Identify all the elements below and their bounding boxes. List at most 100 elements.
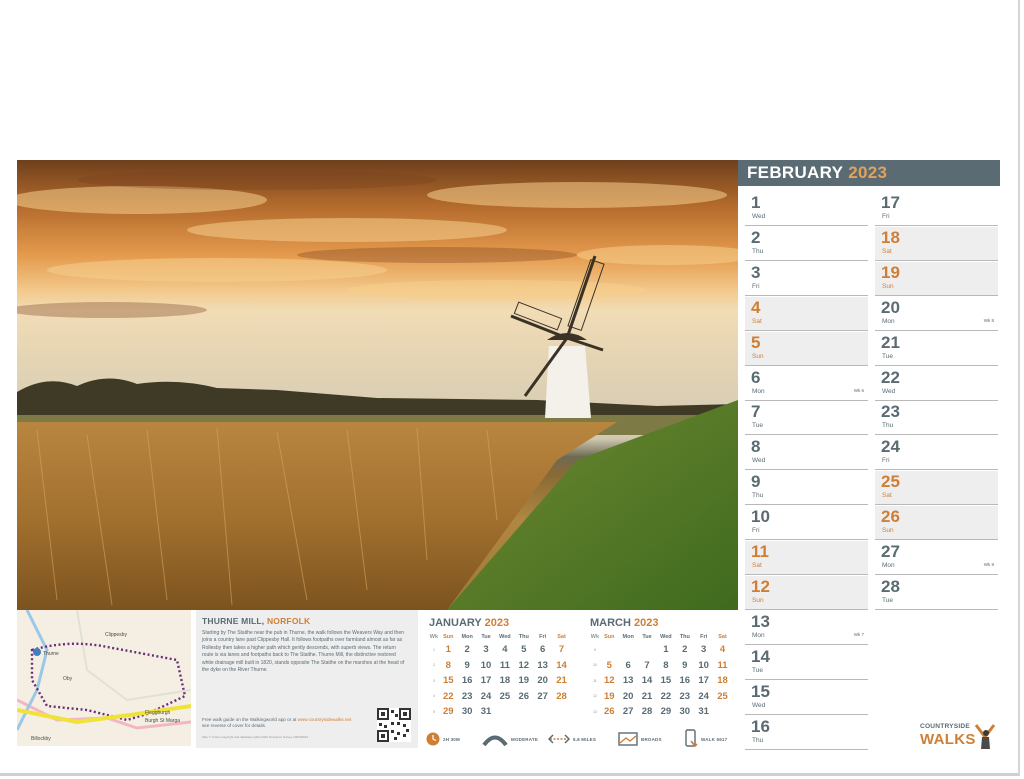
mini-calendar-row: 12 19 20 21 22 23 24 25 (590, 689, 732, 705)
guide-prefix: Free walk guide on the Walkingworld app … (202, 717, 297, 722)
day-cell[interactable]: 10 Fri (745, 506, 868, 541)
walk-title: THURNE MILL, NORFOLK (202, 616, 412, 626)
mini-calendar-cell: 3 (432, 678, 435, 683)
mini-calendar-cell: 25 (717, 690, 728, 702)
mini-calendar-cell: 11 (499, 659, 510, 671)
day-cell[interactable]: 1 Wed (745, 192, 868, 226)
day-cell[interactable]: 18 Sat (875, 226, 998, 261)
mini-calendar-cell: 5 (521, 644, 527, 656)
day-weekday: Sun (752, 596, 764, 604)
day-weekday: Tue (882, 352, 893, 360)
mini-calendar-cell: 23 (679, 690, 691, 702)
day-cell[interactable]: 2 Thu (745, 227, 868, 261)
route-map: Thurne Oby Clippesby Billockby Fleggburg… (17, 610, 191, 746)
mini-calendar-cell: 22 (442, 690, 454, 702)
mini-calendar-row: 11 12 13 14 15 16 17 18 (590, 673, 732, 689)
day-cell[interactable]: 9 Thu (745, 471, 868, 506)
mini-calendar-cell: 27 (622, 706, 634, 718)
month-year: 2023 (848, 163, 888, 182)
day-cell[interactable]: 16 Thu (745, 716, 868, 750)
day-cell[interactable]: 5 Sun (745, 331, 868, 366)
map-label-fleggburgh: Fleggburgh (145, 710, 171, 716)
mini-calendar-cell: 3 (483, 644, 489, 656)
day-cell[interactable]: 28 Tue (875, 576, 998, 610)
mini-calendar-row: 3 15 16 17 18 19 20 21 (429, 673, 571, 689)
mini-calendar-cell: 23 (461, 690, 473, 702)
mini-calendar-header: Mon (461, 634, 473, 640)
mini-calendar-cell: 22 (660, 690, 672, 702)
day-number: 1 (751, 193, 761, 212)
mini-calendar-cell: 19 (603, 690, 615, 702)
stat-distance: 5.8 MILES (548, 728, 596, 750)
day-number: 18 (881, 227, 900, 247)
logo-line1: COUNTRYSIDE (920, 723, 970, 730)
day-number: 12 (751, 576, 770, 596)
day-number: 8 (751, 437, 761, 457)
day-cell[interactable]: 14 Tue (745, 646, 868, 680)
day-weekday: Wed (752, 701, 766, 709)
mini-calendar-cell: 1 (432, 647, 435, 652)
day-cell[interactable]: 11 Sat (745, 541, 868, 575)
mini-calendar-cell: 6 (625, 659, 631, 671)
mini-calendar-cell: 21 (641, 690, 653, 702)
clock-icon (426, 732, 440, 746)
day-cell[interactable]: 3 Fri (745, 262, 868, 296)
day-cell[interactable]: 22 Wed (875, 367, 998, 401)
mini-calendar-cell: 20 (622, 690, 634, 702)
day-cell[interactable]: 4 Sat (745, 296, 868, 331)
mini-calendar-cell: 26 (603, 706, 615, 718)
mini-calendar-row: 10 5 6 7 8 9 10 11 (590, 658, 732, 674)
qr-code-icon[interactable] (377, 708, 411, 742)
mini-calendar-cell: 29 (660, 706, 672, 718)
day-weekday: Fri (752, 527, 760, 535)
walk-guide-note: Free walk guide on the Walkingworld app … (202, 717, 372, 729)
day-weekday: Sun (752, 352, 764, 360)
day-cell[interactable]: 23 Thu (875, 401, 998, 436)
day-cell[interactable]: 6 Mon Wk 6 (745, 367, 868, 401)
mini-calendar-cell: 12 (603, 675, 615, 687)
mini-calendar-title: JANUARY 2023 (429, 617, 571, 629)
guide-url[interactable]: www.countrysidewalks.net (298, 717, 352, 722)
terrain-icon (618, 732, 638, 746)
day-weekday: Fri (752, 282, 760, 290)
day-cell[interactable]: 7 Tue (745, 401, 868, 436)
day-cell[interactable]: 8 Wed (745, 436, 868, 471)
mini-calendar-cell: 5 (606, 659, 612, 671)
mini-calendar-row: 1 1 2 3 4 567 (429, 642, 571, 658)
walker-icon (974, 724, 996, 749)
day-number: 4 (751, 297, 761, 317)
day-weekday: Tue (752, 666, 763, 674)
mini-calendar-cell: 15 (442, 675, 454, 687)
mini-calendar-header: Tue (481, 634, 491, 640)
day-cell[interactable]: 20 Mon Wk 8 (875, 297, 998, 331)
mini-calendar-january: JANUARY 2023 Wk Sun Mon Tue Wed Thu Fri Sat 1 1 2 3 4… (429, 617, 571, 720)
walk-title-name: THURNE MILL, (202, 616, 265, 626)
week-number: Wk 9 (983, 562, 994, 567)
stat-duration: 2H 30M (426, 728, 460, 750)
mini-calendar-cell: 5 (432, 709, 435, 714)
week-number: Wk 8 (983, 317, 994, 323)
mini-calendar-cell: 6 (539, 644, 546, 656)
day-cell[interactable]: 24 Fri (875, 436, 998, 471)
day-cell[interactable]: 15 Wed (745, 681, 868, 715)
day-weekday: Mon (752, 631, 765, 639)
day-number: 24 (881, 437, 900, 457)
day-number: 2 (751, 227, 761, 247)
mini-calendar-cell: 13 (592, 709, 597, 714)
mini-calendar-cell: 31 (480, 706, 492, 718)
mini-calendar-header: Wk (429, 634, 439, 640)
mini-calendar-cell: 27 (537, 690, 548, 702)
day-cell[interactable]: 25 Sat (875, 471, 998, 506)
mini-calendar-cell: 8 (663, 659, 669, 671)
day-cell[interactable]: 26 Sun (875, 506, 998, 541)
day-cell[interactable]: 19 Sun (875, 261, 998, 296)
day-cell[interactable]: 13 Mon Wk 7 (745, 611, 868, 645)
day-weekday: Wed (882, 387, 896, 395)
day-cell[interactable]: 27 Mon Wk 9 (875, 541, 998, 575)
day-number: 16 (751, 716, 770, 736)
day-cell[interactable]: 12 Sun (745, 575, 868, 610)
day-cell[interactable]: 17 Fri (875, 192, 998, 226)
day-cell[interactable]: 21 Tue (875, 332, 998, 366)
mini-calendar-table: Wk Sun Mon Tue Wed Thu Fri Sat 9 1 2 3 4 10 5 6 7 8 9 10 11 1… (590, 632, 732, 720)
mini-calendar-march: MARCH 2023 Wk Sun Mon Tue Wed Thu Fri Sat 9 1 2 3 4 10… (590, 617, 732, 720)
